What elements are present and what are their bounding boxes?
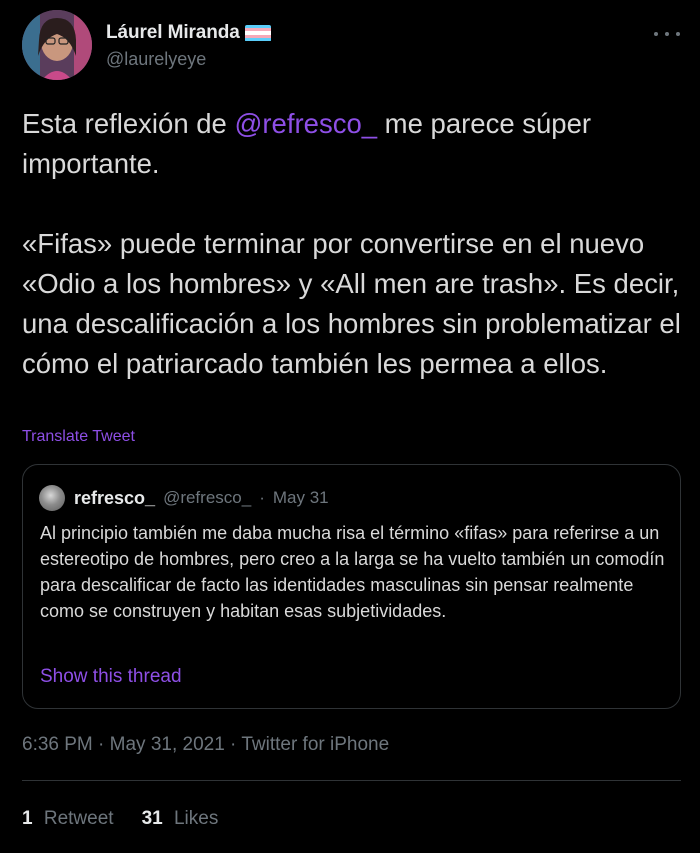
retweets-label: Retweet: [43, 808, 114, 829]
retweets-stat[interactable]: 1 Retweet: [22, 808, 114, 830]
mention-link[interactable]: @refresco_: [234, 108, 377, 139]
translate-tweet-link[interactable]: Translate Tweet: [22, 428, 135, 446]
retweets-count: 1: [22, 808, 33, 829]
quoted-tweet-card[interactable]: refresco_ @refresco_ · May 31 Al princip…: [22, 464, 681, 709]
author-avatar[interactable]: [22, 10, 92, 80]
quoted-author-avatar: [39, 485, 65, 511]
transgender-flag-icon: [244, 24, 271, 42]
likes-stat[interactable]: 31 Likes: [142, 808, 219, 830]
tweet-header: Láurel Miranda @laurelyeye: [22, 10, 682, 82]
tweet-text-segment: Esta reflexión de: [22, 108, 235, 139]
quoted-author-handle: @refresco_: [163, 488, 252, 507]
more-horizontal-icon[interactable]: [654, 24, 680, 44]
quoted-separator: ·: [259, 488, 265, 507]
tweet-timestamp[interactable]: 6:36 PM · May 31, 2021 · Twitter for iPh…: [22, 734, 389, 756]
quoted-tweet-text: Al principio también me daba mucha risa …: [40, 523, 665, 621]
quoted-author-name: refresco_: [74, 487, 156, 508]
engagement-stats: 1 Retweet 31 Likes: [22, 808, 246, 830]
tweet-paragraph-1: Esta reflexión de @refresco_ me parece s…: [22, 104, 682, 184]
likes-count: 31: [141, 808, 163, 829]
author-handle[interactable]: @laurelyeye: [106, 49, 206, 70]
tweet-paragraph-2: «Fifas» puede terminar por convertirse e…: [22, 228, 681, 379]
quoted-tweet-header: refresco_ @refresco_ · May 31: [39, 485, 329, 511]
author-name-row[interactable]: Láurel Miranda: [106, 22, 271, 44]
show-thread-link[interactable]: Show this thread: [40, 666, 182, 688]
likes-label: Likes: [173, 808, 219, 829]
divider: [22, 780, 681, 781]
author-display-name[interactable]: Láurel Miranda: [106, 22, 240, 44]
quoted-date: May 31: [272, 488, 329, 507]
tweet-body: Esta reflexión de @refresco_ me parece s…: [22, 104, 682, 384]
